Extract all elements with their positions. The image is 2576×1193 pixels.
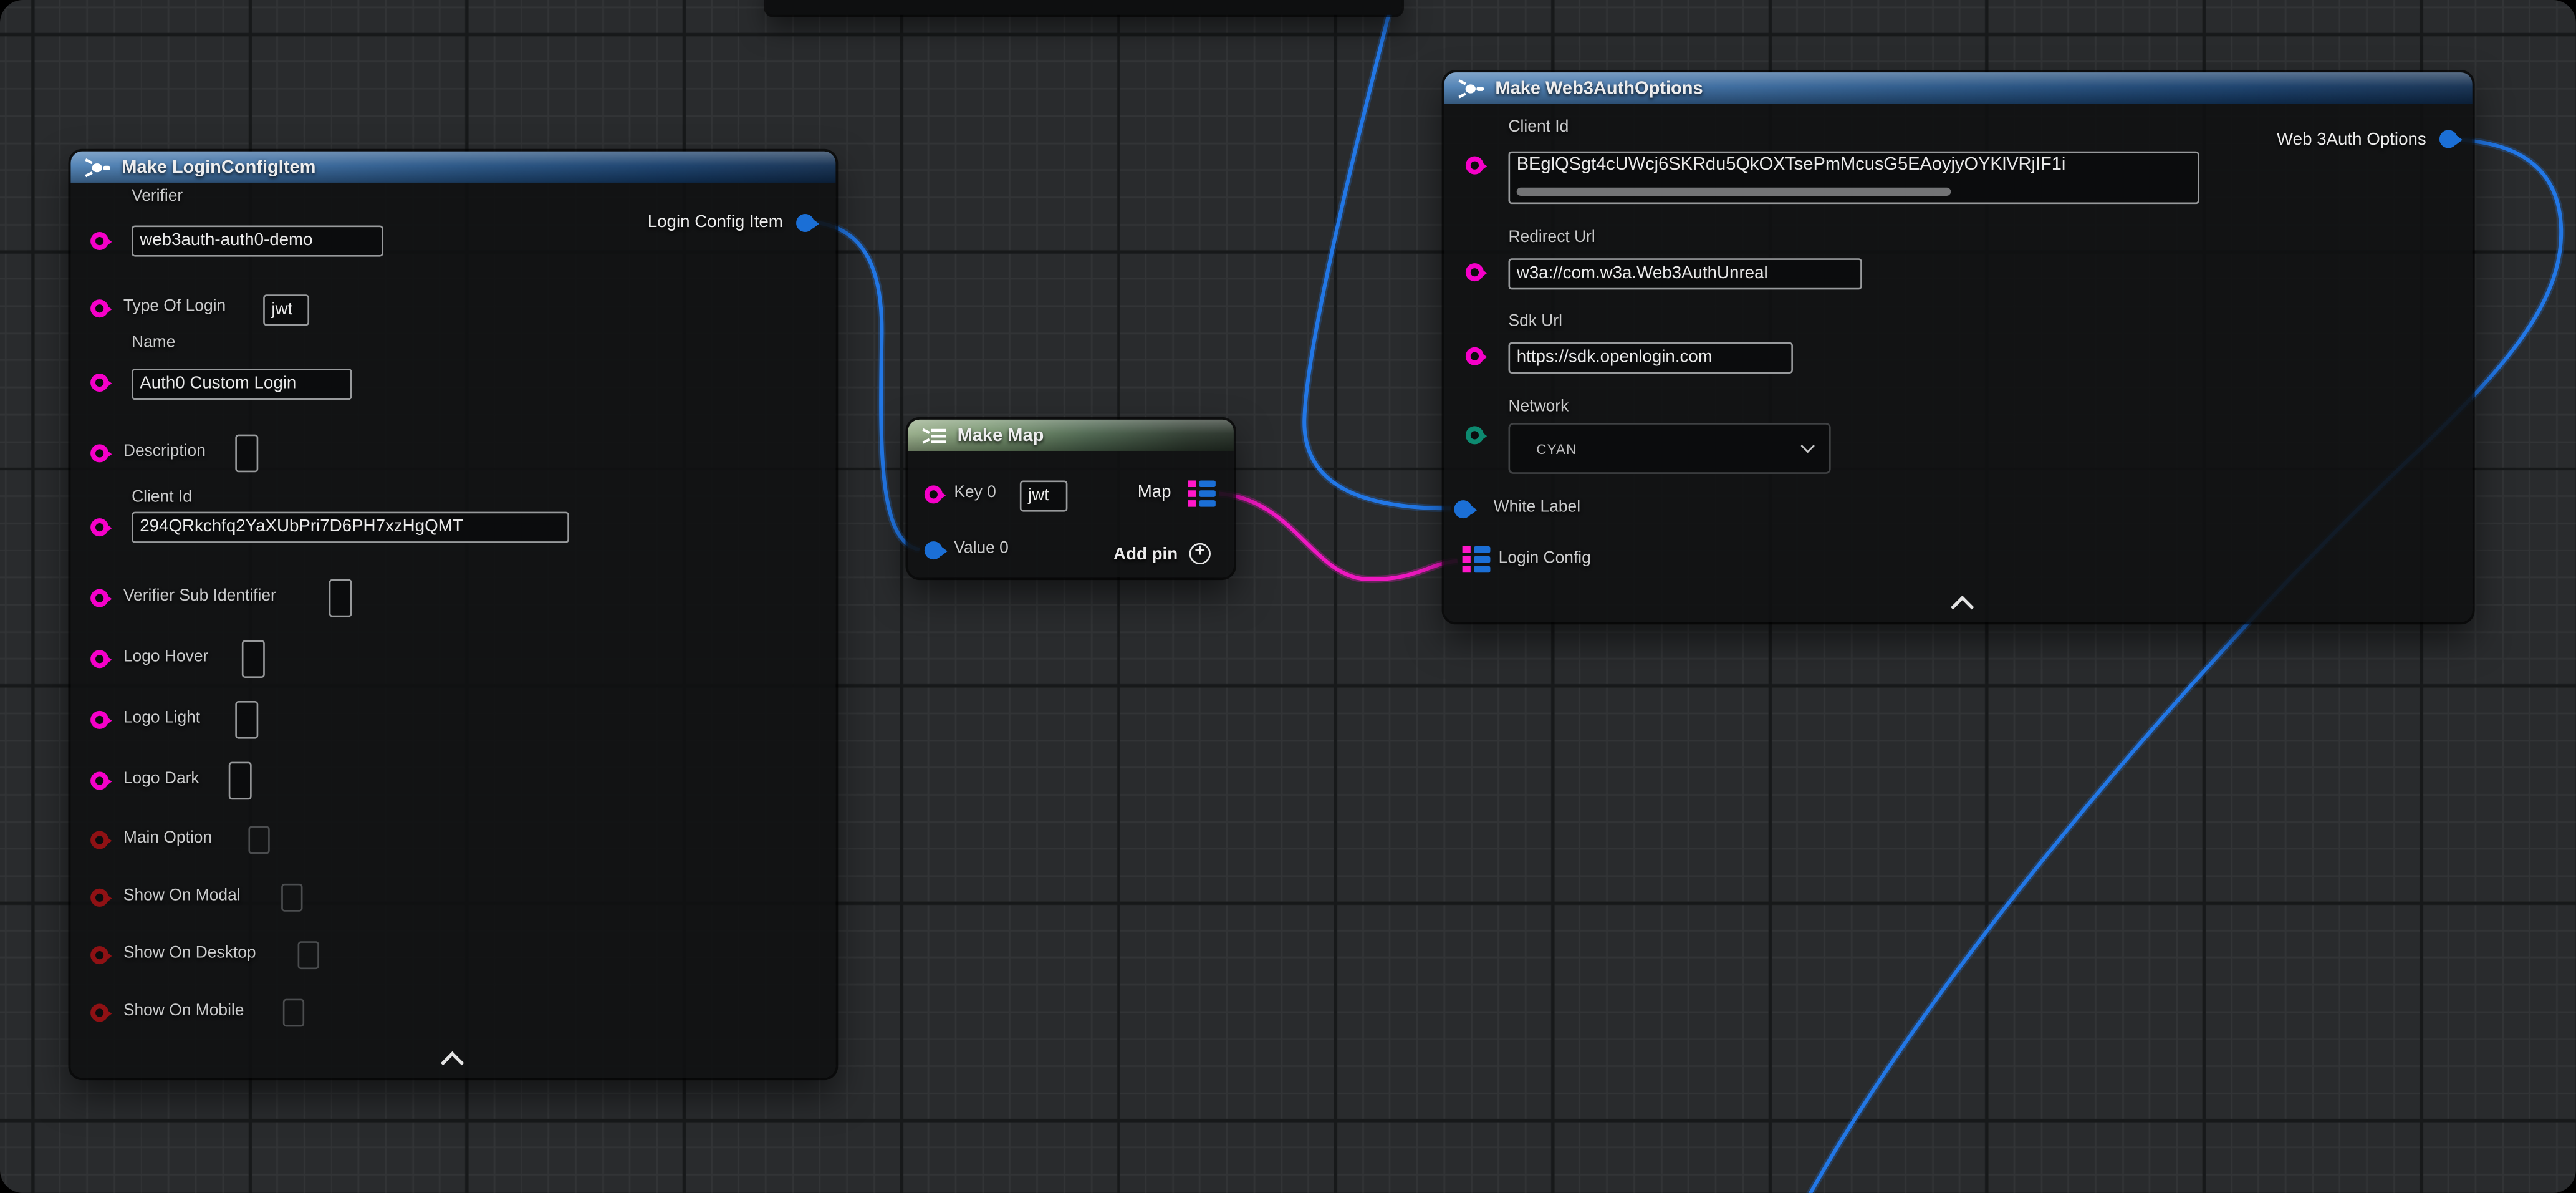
node-make-map[interactable]: Make Map Key 0 jwt Map Value 0 Add pin + xyxy=(908,420,1233,577)
pin-label-login-config: Login Config xyxy=(1499,549,1591,568)
input-pin-logo-hover[interactable] xyxy=(90,650,108,668)
make-map-icon xyxy=(921,425,948,445)
type-of-login-input[interactable]: jwt xyxy=(263,294,309,326)
input-pin-key0[interactable] xyxy=(925,485,943,503)
pin-label-logo-light: Logo Light xyxy=(123,709,200,727)
pin-label-client-id: Client Id xyxy=(132,489,192,507)
output-pin-label-map: Map xyxy=(1138,482,1171,502)
pin-label-description: Description xyxy=(123,443,206,461)
pin-label-main-option: Main Option xyxy=(123,829,212,848)
pin-label-verifier-sub-identifier: Verifier Sub Identifier xyxy=(123,587,276,606)
node-make-loginconfigitem[interactable]: Make LoginConfigItem Login Config Item V… xyxy=(70,152,835,1078)
pin-label-show-on-mobile: Show On Mobile xyxy=(123,1002,244,1020)
pin-label-logo-hover: Logo Hover xyxy=(123,649,208,667)
pin-label-name: Name xyxy=(132,334,175,352)
output-pin-label: Login Config Item xyxy=(648,212,783,232)
node-make-web3authoptions[interactable]: Make Web3AuthOptions Web 3Auth Options C… xyxy=(1444,72,2473,622)
pin-label-network: Network xyxy=(1509,398,1569,417)
pin-label-show-on-desktop: Show On Desktop xyxy=(123,944,256,962)
node-header[interactable]: Make LoginConfigItem xyxy=(70,152,835,183)
network-selected-value: CYAN xyxy=(1536,440,1577,456)
client-id-input[interactable]: 294QRkchfq2YaXUbPri7D6PH7xzHgQMT xyxy=(132,512,569,543)
input-pin-verifier[interactable] xyxy=(90,232,108,250)
pin-label-key0: Key 0 xyxy=(954,484,996,502)
verifier-input[interactable]: web3auth-auth0-demo xyxy=(132,225,383,256)
pin-label-verifier: Verifier xyxy=(132,188,183,206)
input-pin-show-on-mobile[interactable] xyxy=(90,1003,108,1022)
make-struct-icon xyxy=(84,157,112,177)
dropdown-chevron-icon xyxy=(1801,439,1815,453)
node-header[interactable]: Make Web3AuthOptions xyxy=(1444,72,2473,104)
pin-label-sdk-url: Sdk Url xyxy=(1509,312,1563,331)
key0-input[interactable]: jwt xyxy=(1020,480,1068,511)
description-input[interactable] xyxy=(235,435,258,473)
node-title: Make Map xyxy=(958,425,1044,445)
input-pin-logo-light[interactable] xyxy=(90,711,108,729)
pin-label-type-of-login: Type Of Login xyxy=(123,298,226,316)
node-title: Make LoginConfigItem xyxy=(122,157,315,177)
output-pin-web3auth-options[interactable] xyxy=(2439,130,2458,148)
output-pin-login-config-item[interactable] xyxy=(796,214,814,232)
show-on-modal-checkbox[interactable] xyxy=(281,884,302,912)
input-pin-client-id[interactable] xyxy=(1466,157,1484,175)
input-pin-logo-dark[interactable] xyxy=(90,771,108,790)
input-pin-verifier-sub-identifier[interactable] xyxy=(90,589,108,607)
input-pin-type-of-login[interactable] xyxy=(90,299,108,317)
input-pin-network[interactable] xyxy=(1466,426,1484,444)
name-input[interactable]: Auth0 Custom Login xyxy=(132,369,352,400)
input-pin-show-on-modal[interactable] xyxy=(90,889,108,907)
node-title: Make Web3AuthOptions xyxy=(1495,78,1703,98)
map-type-icon-login-config-pin[interactable] xyxy=(1463,546,1491,572)
add-pin-label[interactable]: Add pin xyxy=(1113,544,1178,564)
pin-label-white-label: White Label xyxy=(1494,498,1580,516)
input-pin-sdk-url[interactable] xyxy=(1466,347,1484,365)
input-pin-description[interactable] xyxy=(90,444,108,462)
pin-label-value0: Value 0 xyxy=(954,539,1009,558)
make-struct-icon xyxy=(1458,78,1486,98)
show-on-mobile-checkbox[interactable] xyxy=(283,999,304,1027)
node-header[interactable]: Make Map xyxy=(908,420,1233,451)
output-pin-label: Web 3Auth Options xyxy=(2277,130,2426,150)
client-id-input[interactable]: BEglQSgt4cUWcj6SKRdu5QkOXTsePmMcusG5EAoy… xyxy=(1509,152,2199,204)
show-on-desktop-checkbox[interactable] xyxy=(298,941,319,969)
wire-top-to-white-label-glow xyxy=(1304,0,1451,508)
client-id-value: BEglQSgt4cUWcj6SKRdu5QkOXTsePmMcusG5EAoy… xyxy=(1517,155,2066,175)
collapse-chevron-icon[interactable] xyxy=(1951,596,1974,619)
input-pin-redirect-url[interactable] xyxy=(1466,263,1484,281)
logo-hover-input[interactable] xyxy=(242,640,265,678)
input-pin-name[interactable] xyxy=(90,374,108,392)
collapse-chevron-icon[interactable] xyxy=(441,1051,464,1075)
input-pin-client-id[interactable] xyxy=(90,518,108,536)
pin-label-logo-dark: Logo Dark xyxy=(123,770,199,788)
input-pin-value0[interactable] xyxy=(925,541,943,559)
sdk-url-input[interactable]: https://sdk.openlogin.com xyxy=(1509,342,1793,374)
logo-dark-input[interactable] xyxy=(229,762,252,800)
input-pin-main-option[interactable] xyxy=(90,831,108,849)
pin-label-redirect-url: Redirect Url xyxy=(1509,229,1595,247)
redirect-url-input[interactable]: w3a://com.w3a.Web3AuthUnreal xyxy=(1509,258,1862,289)
verifier-sub-identifier-input[interactable] xyxy=(329,579,352,617)
blueprint-graph-canvas[interactable]: Make LoginConfigItem Login Config Item V… xyxy=(0,0,2576,1193)
wire-top-to-white-label[interactable] xyxy=(1304,0,1451,508)
pin-label-show-on-modal: Show On Modal xyxy=(123,887,241,905)
main-option-checkbox[interactable] xyxy=(248,826,269,854)
client-id-scrollbar[interactable] xyxy=(1517,188,1951,196)
logo-light-input[interactable] xyxy=(235,701,258,739)
input-pin-show-on-desktop[interactable] xyxy=(90,946,108,964)
network-dropdown[interactable]: CYAN xyxy=(1509,423,1831,474)
add-pin-plus-icon[interactable]: + xyxy=(1189,543,1211,564)
map-type-icon-output-pin[interactable] xyxy=(1188,480,1216,506)
input-pin-white-label[interactable] xyxy=(1454,500,1472,518)
pin-label-client-id: Client Id xyxy=(1509,118,1569,137)
offscreen-node-bottom-edge[interactable] xyxy=(767,0,1401,15)
